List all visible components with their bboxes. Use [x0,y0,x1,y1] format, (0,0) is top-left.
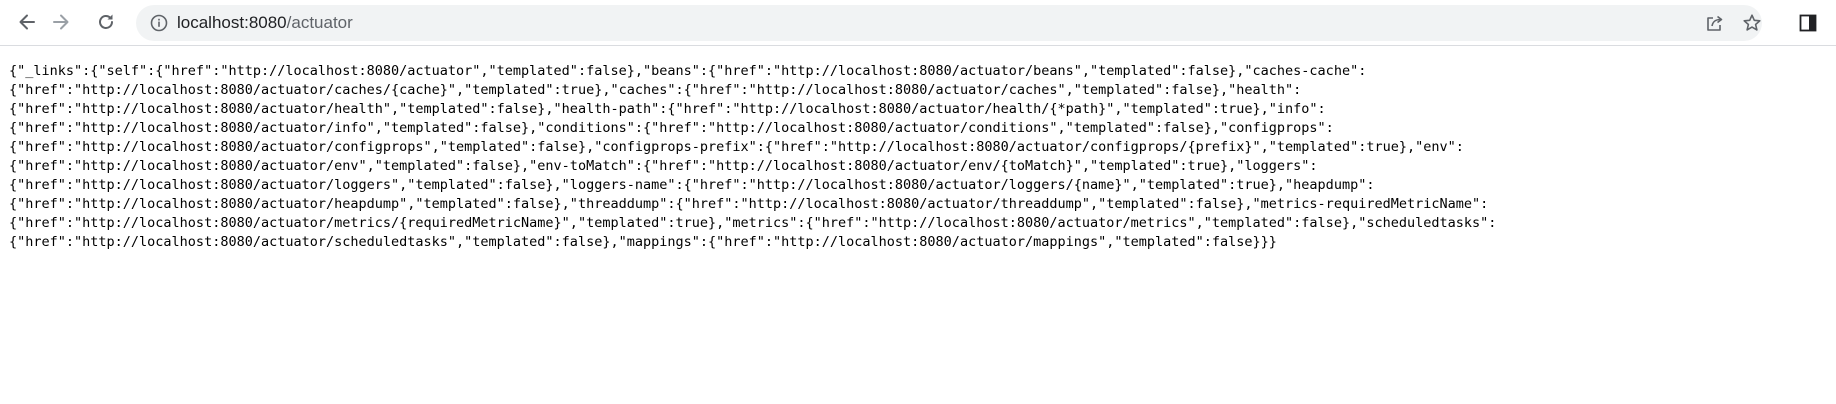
json-line: {"href":"http://localhost:8080/actuator/… [9,120,1334,136]
url-host: localhost:8080 [177,13,287,32]
share-icon [1707,15,1723,31]
star-icon [1743,14,1761,31]
side-panel-button[interactable] [1796,11,1820,35]
json-line: {"href":"http://localhost:8080/actuator/… [9,215,1497,231]
side-panel-icon [1799,14,1817,32]
json-line: {"href":"http://localhost:8080/actuator/… [9,234,1277,250]
share-button[interactable] [1703,11,1727,35]
arrow-left-icon [19,14,35,30]
reload-button[interactable] [91,7,121,37]
json-line: {"href":"http://localhost:8080/actuator/… [9,158,1318,174]
json-line: {"href":"http://localhost:8080/actuator/… [9,139,1464,155]
json-line: {"href":"http://localhost:8080/actuator/… [9,82,1302,98]
url-path: /actuator [286,13,353,32]
back-button[interactable] [12,7,42,37]
arrow-right-icon [53,14,69,30]
address-bar[interactable]: localhost:8080/actuator [136,5,1762,41]
json-response-body: {"_links":{"self":{"href":"http://localh… [9,62,1709,252]
json-line: {"_links":{"self":{"href":"http://localh… [9,63,1367,79]
browser-toolbar: localhost:8080/actuator [0,0,1836,46]
bookmark-button[interactable] [1740,11,1764,35]
reload-icon [99,14,113,29]
json-line: {"href":"http://localhost:8080/actuator/… [9,101,1326,117]
json-line: {"href":"http://localhost:8080/actuator/… [9,196,1489,212]
forward-button[interactable] [46,7,76,37]
url-text[interactable]: localhost:8080/actuator [177,5,353,41]
json-line: {"href":"http://localhost:8080/actuator/… [9,177,1375,193]
info-icon[interactable] [150,14,168,32]
